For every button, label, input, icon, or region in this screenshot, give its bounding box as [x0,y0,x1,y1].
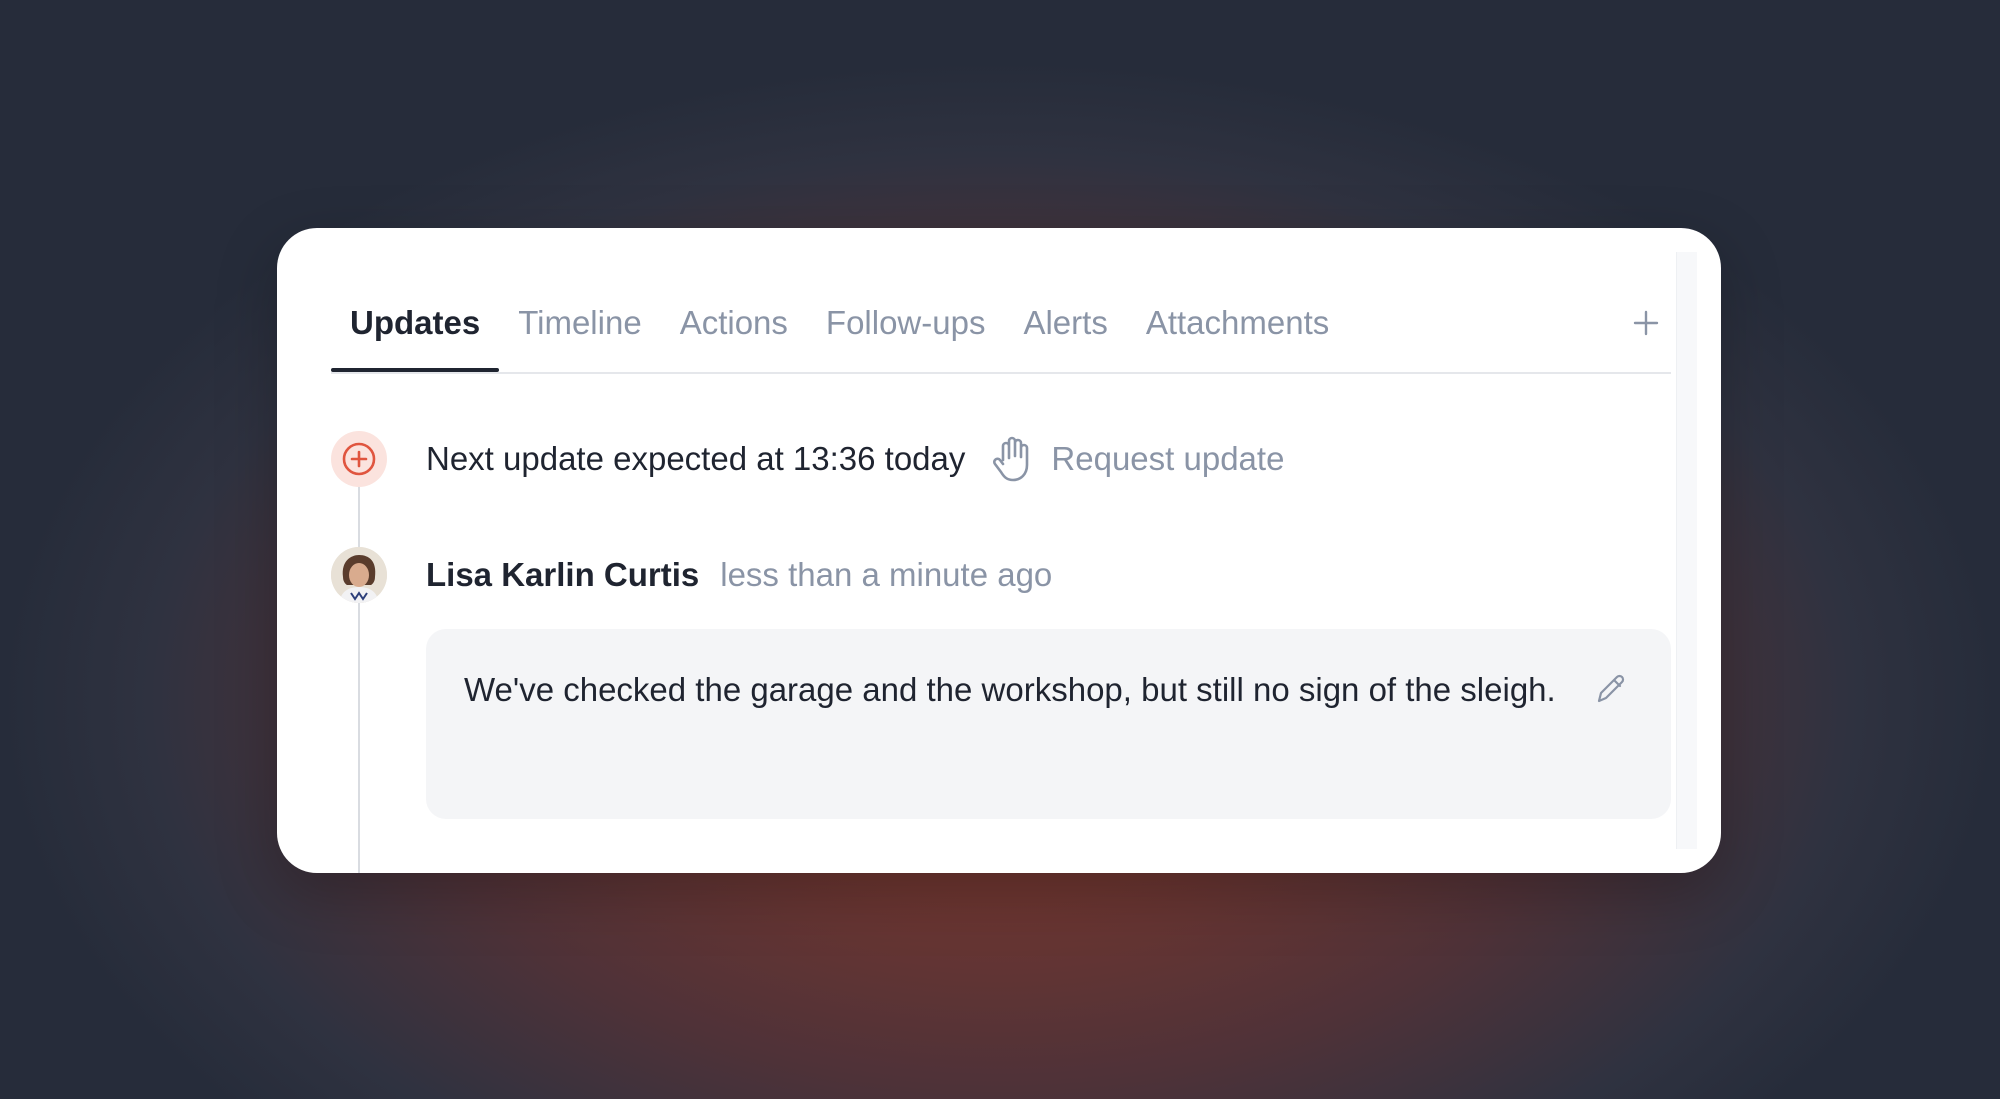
hand-icon [993,436,1029,482]
scroll-track [1676,252,1697,849]
tab-timeline[interactable]: Timeline [499,298,660,370]
update-header: Lisa Karlin Curtis less than a minute ag… [426,547,1052,603]
edit-update-button[interactable] [1591,669,1631,709]
next-update-text: Next update expected at 13:36 today [426,440,966,477]
author-name: Lisa Karlin Curtis [426,556,700,593]
next-update-marker [331,431,387,487]
tab-actions[interactable]: Actions [661,298,807,370]
request-update-label: Request update [1051,440,1285,477]
request-update-button[interactable]: Request update [991,434,1284,484]
avatar-image [331,547,387,603]
timeline-connector [358,458,360,873]
incident-updates-card: Updates Timeline Actions Follow-ups Aler… [277,228,1721,873]
tab-alerts[interactable]: Alerts [1004,298,1126,370]
plus-icon [1633,310,1659,336]
avatar [331,547,387,603]
tab-updates[interactable]: Updates [331,298,500,372]
update-message-text: We've checked the garage and the worksho… [464,671,1556,708]
tab-bar: Updates Timeline Actions Follow-ups Aler… [331,298,1671,374]
update-message-box: We've checked the garage and the worksho… [426,629,1671,819]
add-tab-button[interactable] [1621,298,1671,348]
plus-circle-icon [342,442,376,476]
tab-follow-ups[interactable]: Follow-ups [807,298,1005,370]
pencil-icon [1597,674,1625,703]
tab-attachments[interactable]: Attachments [1127,298,1348,370]
next-update-row: Next update expected at 13:36 today Requ… [426,431,1284,487]
update-timestamp: less than a minute ago [720,556,1053,593]
